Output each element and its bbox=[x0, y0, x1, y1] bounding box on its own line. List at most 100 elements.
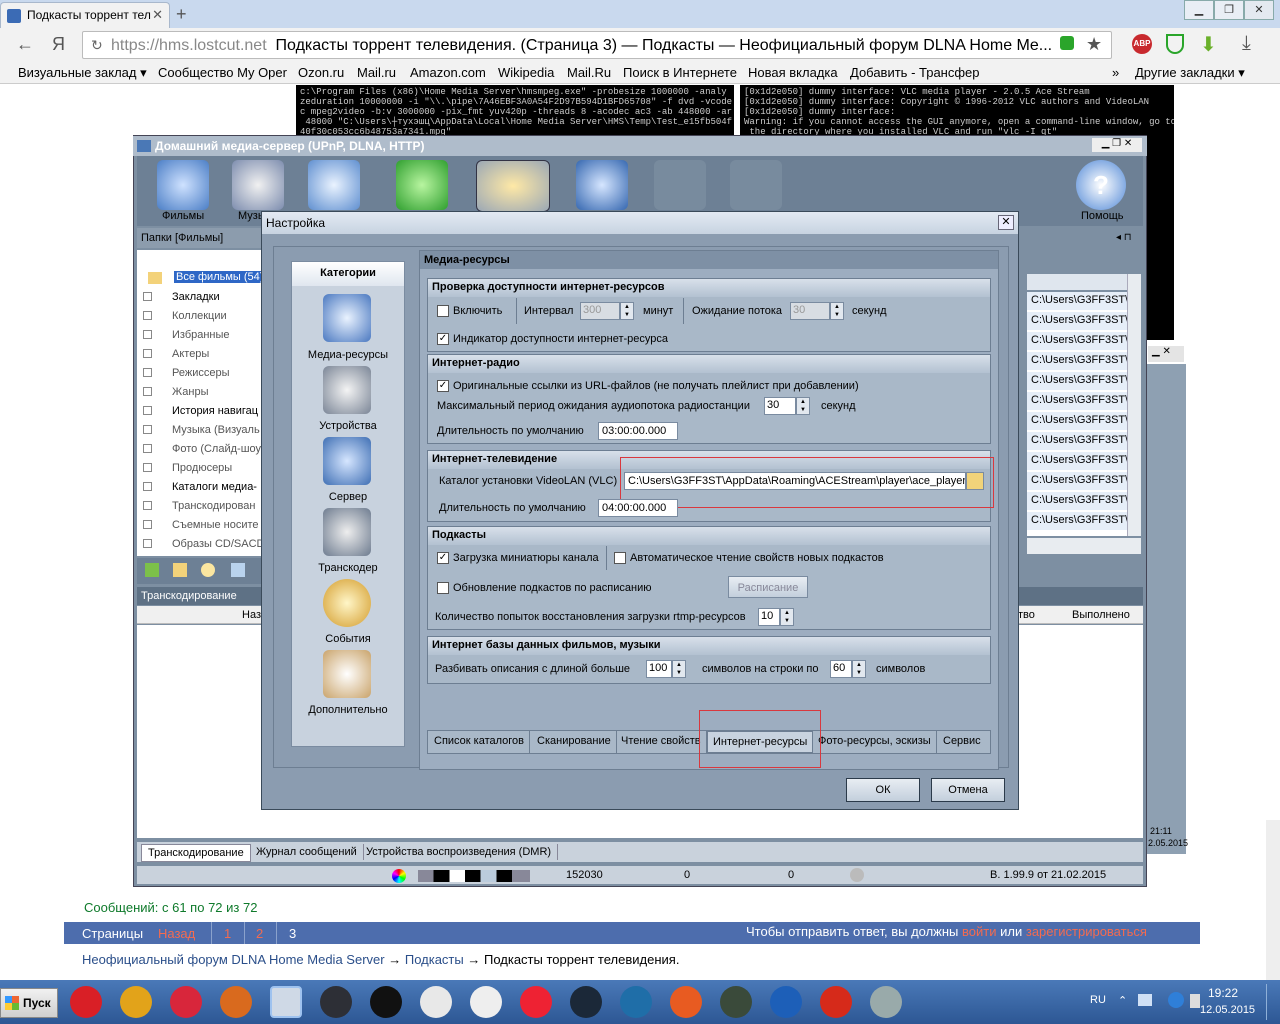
rtmp-spinner[interactable]: ▲ ▼ bbox=[780, 608, 794, 626]
file-path-row[interactable]: C:\Users\G3FF3ST\ bbox=[1027, 392, 1127, 411]
steam-icon[interactable] bbox=[570, 986, 602, 1018]
expand-icon[interactable] bbox=[143, 368, 152, 377]
expand-icon[interactable] bbox=[143, 444, 152, 453]
tree-item-all-movies[interactable]: Все фильмы (54) bbox=[174, 271, 266, 283]
tab-transcoding[interactable]: Транскодирование bbox=[141, 844, 251, 862]
language-indicator[interactable]: RU bbox=[1090, 994, 1106, 1006]
list-scrollbar[interactable] bbox=[1127, 274, 1141, 536]
file-path-row[interactable]: C:\Users\G3FF3ST\ bbox=[1027, 432, 1127, 451]
refresh-icon[interactable]: ↻ bbox=[91, 37, 103, 54]
tree-item[interactable]: Режиссеры bbox=[143, 367, 230, 379]
server-start-icon[interactable] bbox=[576, 160, 628, 210]
category-devices[interactable]: Устройства bbox=[291, 420, 405, 432]
add-folder-icon[interactable] bbox=[145, 563, 159, 577]
tree-item[interactable]: Транскодирован bbox=[143, 500, 255, 512]
clock-time[interactable]: 19:22 bbox=[1208, 986, 1238, 1000]
expand-icon[interactable] bbox=[143, 425, 152, 434]
download-helper-icon[interactable]: ⬇ bbox=[1200, 32, 1217, 57]
file-path-row[interactable]: C:\Users\G3FF3ST\ bbox=[1027, 512, 1127, 531]
page-link-1[interactable]: 1 bbox=[224, 926, 231, 941]
opera-icon[interactable] bbox=[70, 986, 102, 1018]
tree-item[interactable]: Музыка (Визуаль bbox=[143, 424, 260, 436]
expand-icon[interactable] bbox=[143, 406, 152, 415]
bookmark-add[interactable]: Добавить - Трансфер bbox=[850, 65, 980, 80]
music-icon[interactable] bbox=[232, 160, 284, 210]
events-icon[interactable] bbox=[323, 579, 371, 627]
file-path-row[interactable]: C:\Users\G3FF3ST\ bbox=[1027, 292, 1127, 311]
file-path-row[interactable]: C:\Users\G3FF3ST\ bbox=[1027, 412, 1127, 431]
transcoder-icon[interactable] bbox=[323, 508, 371, 556]
col-status[interactable]: тво bbox=[1018, 609, 1035, 621]
wait-input[interactable]: 30 bbox=[790, 302, 830, 320]
panel-pin-icon[interactable]: ◂ ⊓ bbox=[1116, 232, 1132, 243]
page-link-2[interactable]: 2 bbox=[256, 926, 263, 941]
weather-icon[interactable] bbox=[201, 563, 215, 577]
yandex-logo-icon[interactable]: Я bbox=[52, 34, 65, 55]
crumb-section[interactable]: Подкасты bbox=[405, 952, 464, 967]
media-resources-icon[interactable] bbox=[323, 294, 371, 342]
yandex-icon[interactable] bbox=[170, 986, 202, 1018]
app4-icon[interactable] bbox=[470, 986, 502, 1018]
dialog-close-button[interactable]: ✕ bbox=[998, 215, 1014, 230]
hms-icon[interactable] bbox=[270, 986, 302, 1018]
refresh-media-icon[interactable] bbox=[396, 160, 448, 210]
radio-duration-input[interactable]: 03:00:00.000 bbox=[598, 422, 678, 440]
crumb-forum[interactable]: Неофициальный форум DLNA Home Media Serv… bbox=[82, 952, 385, 967]
settings-icon[interactable] bbox=[476, 160, 550, 212]
additional-icon[interactable] bbox=[323, 650, 371, 698]
rtmp-input[interactable]: 10 bbox=[758, 608, 780, 626]
ok-button[interactable]: ОК bbox=[846, 778, 920, 802]
lines-input[interactable]: 60 bbox=[830, 660, 852, 678]
tree-item[interactable]: Съемные носите bbox=[143, 519, 259, 531]
tab-log[interactable]: Журнал сообщений bbox=[250, 844, 364, 860]
grid-icon[interactable] bbox=[231, 563, 245, 577]
ctf-icon[interactable] bbox=[370, 986, 402, 1018]
bookmark-mailru[interactable]: Mail.ru bbox=[357, 65, 396, 80]
tab-properties[interactable]: Чтение свойств bbox=[616, 731, 707, 753]
clock-date[interactable]: 12.05.2015 bbox=[1200, 1004, 1255, 1016]
col-name[interactable]: Наз bbox=[242, 609, 261, 621]
tree-item[interactable]: Закладки bbox=[143, 291, 220, 303]
file-path-row[interactable]: C:\Users\G3FF3ST\ bbox=[1027, 492, 1127, 511]
user-icon[interactable] bbox=[850, 868, 864, 882]
back-link[interactable]: Назад bbox=[158, 926, 195, 941]
file-path-row[interactable]: C:\Users\G3FF3ST\ bbox=[1027, 352, 1127, 371]
file-path-row[interactable]: C:\Users\G3FF3ST\ bbox=[1027, 312, 1127, 331]
adblock-icon[interactable]: ABP bbox=[1132, 34, 1152, 54]
login-link[interactable]: войти bbox=[962, 924, 996, 939]
expand-icon[interactable] bbox=[143, 463, 152, 472]
bookmark-other[interactable]: Другие закладки ▾ bbox=[1135, 65, 1245, 81]
tree-item[interactable]: История навигац bbox=[143, 405, 258, 417]
thumbs-checkbox[interactable]: ✓ bbox=[437, 552, 449, 564]
tree-item[interactable]: Продюсеры bbox=[143, 462, 232, 474]
app-icon[interactable] bbox=[320, 986, 352, 1018]
proxy-icon[interactable] bbox=[420, 986, 452, 1018]
bookmark-amazon[interactable]: Amazon.com bbox=[410, 65, 486, 80]
app-circle-icon[interactable] bbox=[870, 986, 902, 1018]
category-events[interactable]: События bbox=[291, 633, 405, 645]
interval-spinner[interactable]: ▲ ▼ bbox=[620, 302, 634, 320]
maximize-button[interactable]: ❐ bbox=[1214, 0, 1244, 20]
address-bar[interactable]: ↻ https://hms.lostcut.net Подкасты торре… bbox=[82, 31, 1112, 59]
steam2-icon[interactable] bbox=[620, 986, 652, 1018]
origin-icon[interactable] bbox=[670, 986, 702, 1018]
movies-icon[interactable] bbox=[157, 160, 209, 210]
expand-icon[interactable] bbox=[143, 330, 152, 339]
tree-item[interactable]: Коллекции bbox=[143, 310, 227, 322]
tree-item[interactable]: Избранные bbox=[143, 329, 230, 341]
tree-item[interactable]: Образы CD/SACD bbox=[143, 538, 264, 550]
bookmark-mailru2[interactable]: Mail.Ru bbox=[567, 65, 611, 80]
ccleaner-icon[interactable] bbox=[770, 986, 802, 1018]
schedule-button[interactable]: Расписание bbox=[728, 576, 808, 598]
lock-icon[interactable] bbox=[1060, 36, 1074, 50]
steam3-icon[interactable] bbox=[720, 986, 752, 1018]
col-done[interactable]: Выполнено bbox=[1072, 609, 1130, 621]
server-restart-icon[interactable] bbox=[730, 160, 782, 210]
category-additional[interactable]: Дополнительно bbox=[291, 704, 405, 716]
tab-scanning[interactable]: Сканирование bbox=[532, 731, 617, 753]
tray-expand-icon[interactable]: ⌃ bbox=[1118, 994, 1127, 1007]
register-link[interactable]: зарегистрироваться bbox=[1026, 924, 1147, 939]
expand-icon[interactable] bbox=[143, 387, 152, 396]
expand-icon[interactable] bbox=[143, 292, 152, 301]
minimize-button[interactable]: ▁ bbox=[1184, 0, 1214, 20]
